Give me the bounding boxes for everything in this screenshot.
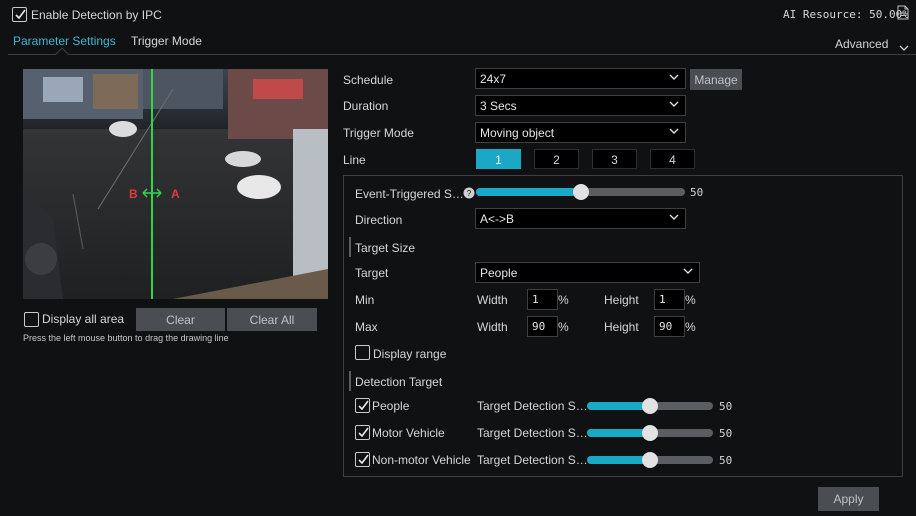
chevron-down-icon xyxy=(899,41,909,55)
min-height-label: Height xyxy=(604,293,639,307)
motor-vehicle-sensitivity-value: 50 xyxy=(719,427,733,440)
checkmark-icon xyxy=(358,400,369,411)
duration-select[interactable]: 3 Secs xyxy=(475,95,686,116)
svg-text:?: ? xyxy=(467,189,472,198)
motor-vehicle-label: Motor Vehicle xyxy=(372,426,445,440)
min-height-percent: % xyxy=(685,293,696,307)
camera-scene xyxy=(23,69,328,299)
apply-button[interactable]: Apply xyxy=(818,487,879,511)
line-label-a: A xyxy=(171,187,180,201)
people-sensitivity-label: Target Detection S… xyxy=(477,399,588,413)
slider-knob[interactable] xyxy=(642,398,658,414)
chevron-down-icon xyxy=(669,128,679,134)
line-label: Line xyxy=(343,153,366,167)
target-size-title: Target Size xyxy=(355,241,416,255)
tab-trigger-mode[interactable]: Trigger Mode xyxy=(131,34,202,48)
direction-arrow-icon xyxy=(141,187,163,202)
display-all-area-checkbox[interactable] xyxy=(24,312,39,327)
target-label: Target xyxy=(355,266,389,280)
document-icon[interactable] xyxy=(897,5,909,23)
people-sensitivity-slider[interactable] xyxy=(587,398,713,414)
tab-parameter-settings[interactable]: Parameter Settings xyxy=(13,34,116,48)
schedule-select[interactable]: 24x7 xyxy=(475,68,686,89)
target-value: People xyxy=(480,266,518,280)
display-range-label: Display range xyxy=(373,347,447,361)
checkmark-icon xyxy=(358,427,369,438)
ai-resource-text: AI Resource: 50.00% xyxy=(783,8,909,21)
enable-detection-label: Enable Detection by IPC xyxy=(31,8,162,22)
max-width-input[interactable]: 90 xyxy=(527,316,558,337)
line-4-button[interactable]: 4 xyxy=(650,149,695,169)
max-height-input[interactable]: 90 xyxy=(654,316,685,337)
motor-vehicle-sensitivity-label: Target Detection S… xyxy=(477,426,588,440)
detection-target-title: Detection Target xyxy=(355,375,443,389)
detection-line[interactable] xyxy=(151,69,153,299)
event-sensitivity-label: Event-Triggered S… xyxy=(355,187,464,201)
chevron-down-icon xyxy=(669,101,679,107)
max-width-label: Width xyxy=(477,320,508,334)
event-sensitivity-slider[interactable] xyxy=(476,184,685,200)
duration-label: Duration xyxy=(343,99,389,113)
display-range-checkbox[interactable] xyxy=(355,345,370,360)
non-motor-vehicle-label: Non-motor Vehicle xyxy=(372,453,471,467)
clear-button[interactable]: Clear xyxy=(136,308,225,331)
enable-detection-checkbox[interactable] xyxy=(12,7,27,22)
max-height-label: Height xyxy=(604,320,639,334)
max-height-percent: % xyxy=(685,320,696,334)
motor-vehicle-checkbox[interactable] xyxy=(355,425,370,440)
help-icon[interactable]: ? xyxy=(463,187,475,202)
min-label: Min xyxy=(355,293,375,307)
advanced-dropdown[interactable]: Advanced xyxy=(835,37,888,51)
line-label-b: B xyxy=(129,187,138,201)
non-motor-vehicle-sensitivity-value: 50 xyxy=(719,454,733,467)
chevron-down-icon xyxy=(669,74,679,80)
direction-select[interactable]: A<->B xyxy=(475,208,686,229)
slider-knob[interactable] xyxy=(572,184,589,200)
chevron-down-icon xyxy=(669,214,679,220)
line-2-button[interactable]: 2 xyxy=(534,149,579,169)
checkmark-icon xyxy=(358,454,369,465)
min-height-input[interactable]: 1 xyxy=(654,289,685,310)
target-size-section-bar xyxy=(349,237,351,257)
non-motor-vehicle-sensitivity-label: Target Detection S… xyxy=(477,453,588,467)
line-1-button[interactable]: 1 xyxy=(476,149,521,169)
people-sensitivity-value: 50 xyxy=(719,400,733,413)
clear-all-button[interactable]: Clear All xyxy=(227,308,317,331)
non-motor-vehicle-checkbox[interactable] xyxy=(355,452,370,467)
draw-hint-text: Press the left mouse button to drag the … xyxy=(23,333,229,343)
max-label: Max xyxy=(355,320,378,334)
trigger-mode-label: Trigger Mode xyxy=(343,126,414,140)
direction-label: Direction xyxy=(355,213,403,227)
people-label: People xyxy=(372,399,410,413)
slider-knob[interactable] xyxy=(642,452,658,468)
motor-vehicle-sensitivity-slider[interactable] xyxy=(587,425,713,441)
direction-value: A<->B xyxy=(480,212,515,226)
trigger-mode-value: Moving object xyxy=(480,126,555,140)
camera-preview[interactable]: B A xyxy=(23,69,328,299)
non-motor-vehicle-sensitivity-slider[interactable] xyxy=(587,452,713,468)
min-width-percent: % xyxy=(558,293,569,307)
display-all-area-label: Display all area xyxy=(42,312,125,326)
min-width-input[interactable]: 1 xyxy=(527,289,558,310)
target-select[interactable]: People xyxy=(475,262,700,283)
tab-active-indicator xyxy=(55,47,69,55)
checkmark-icon xyxy=(15,9,26,20)
schedule-label: Schedule xyxy=(343,73,394,87)
manage-button[interactable]: Manage xyxy=(690,69,742,90)
max-width-percent: % xyxy=(558,320,569,334)
tab-divider xyxy=(8,54,916,55)
line-3-button[interactable]: 3 xyxy=(592,149,637,169)
duration-value: 3 Secs xyxy=(480,99,517,113)
event-sensitivity-value: 50 xyxy=(690,186,704,199)
min-width-label: Width xyxy=(477,293,508,307)
trigger-mode-select[interactable]: Moving object xyxy=(475,122,686,143)
schedule-value: 24x7 xyxy=(480,72,507,86)
people-checkbox[interactable] xyxy=(355,398,370,413)
slider-knob[interactable] xyxy=(642,425,658,441)
detection-target-section-bar xyxy=(349,371,351,391)
chevron-down-icon xyxy=(683,268,693,274)
